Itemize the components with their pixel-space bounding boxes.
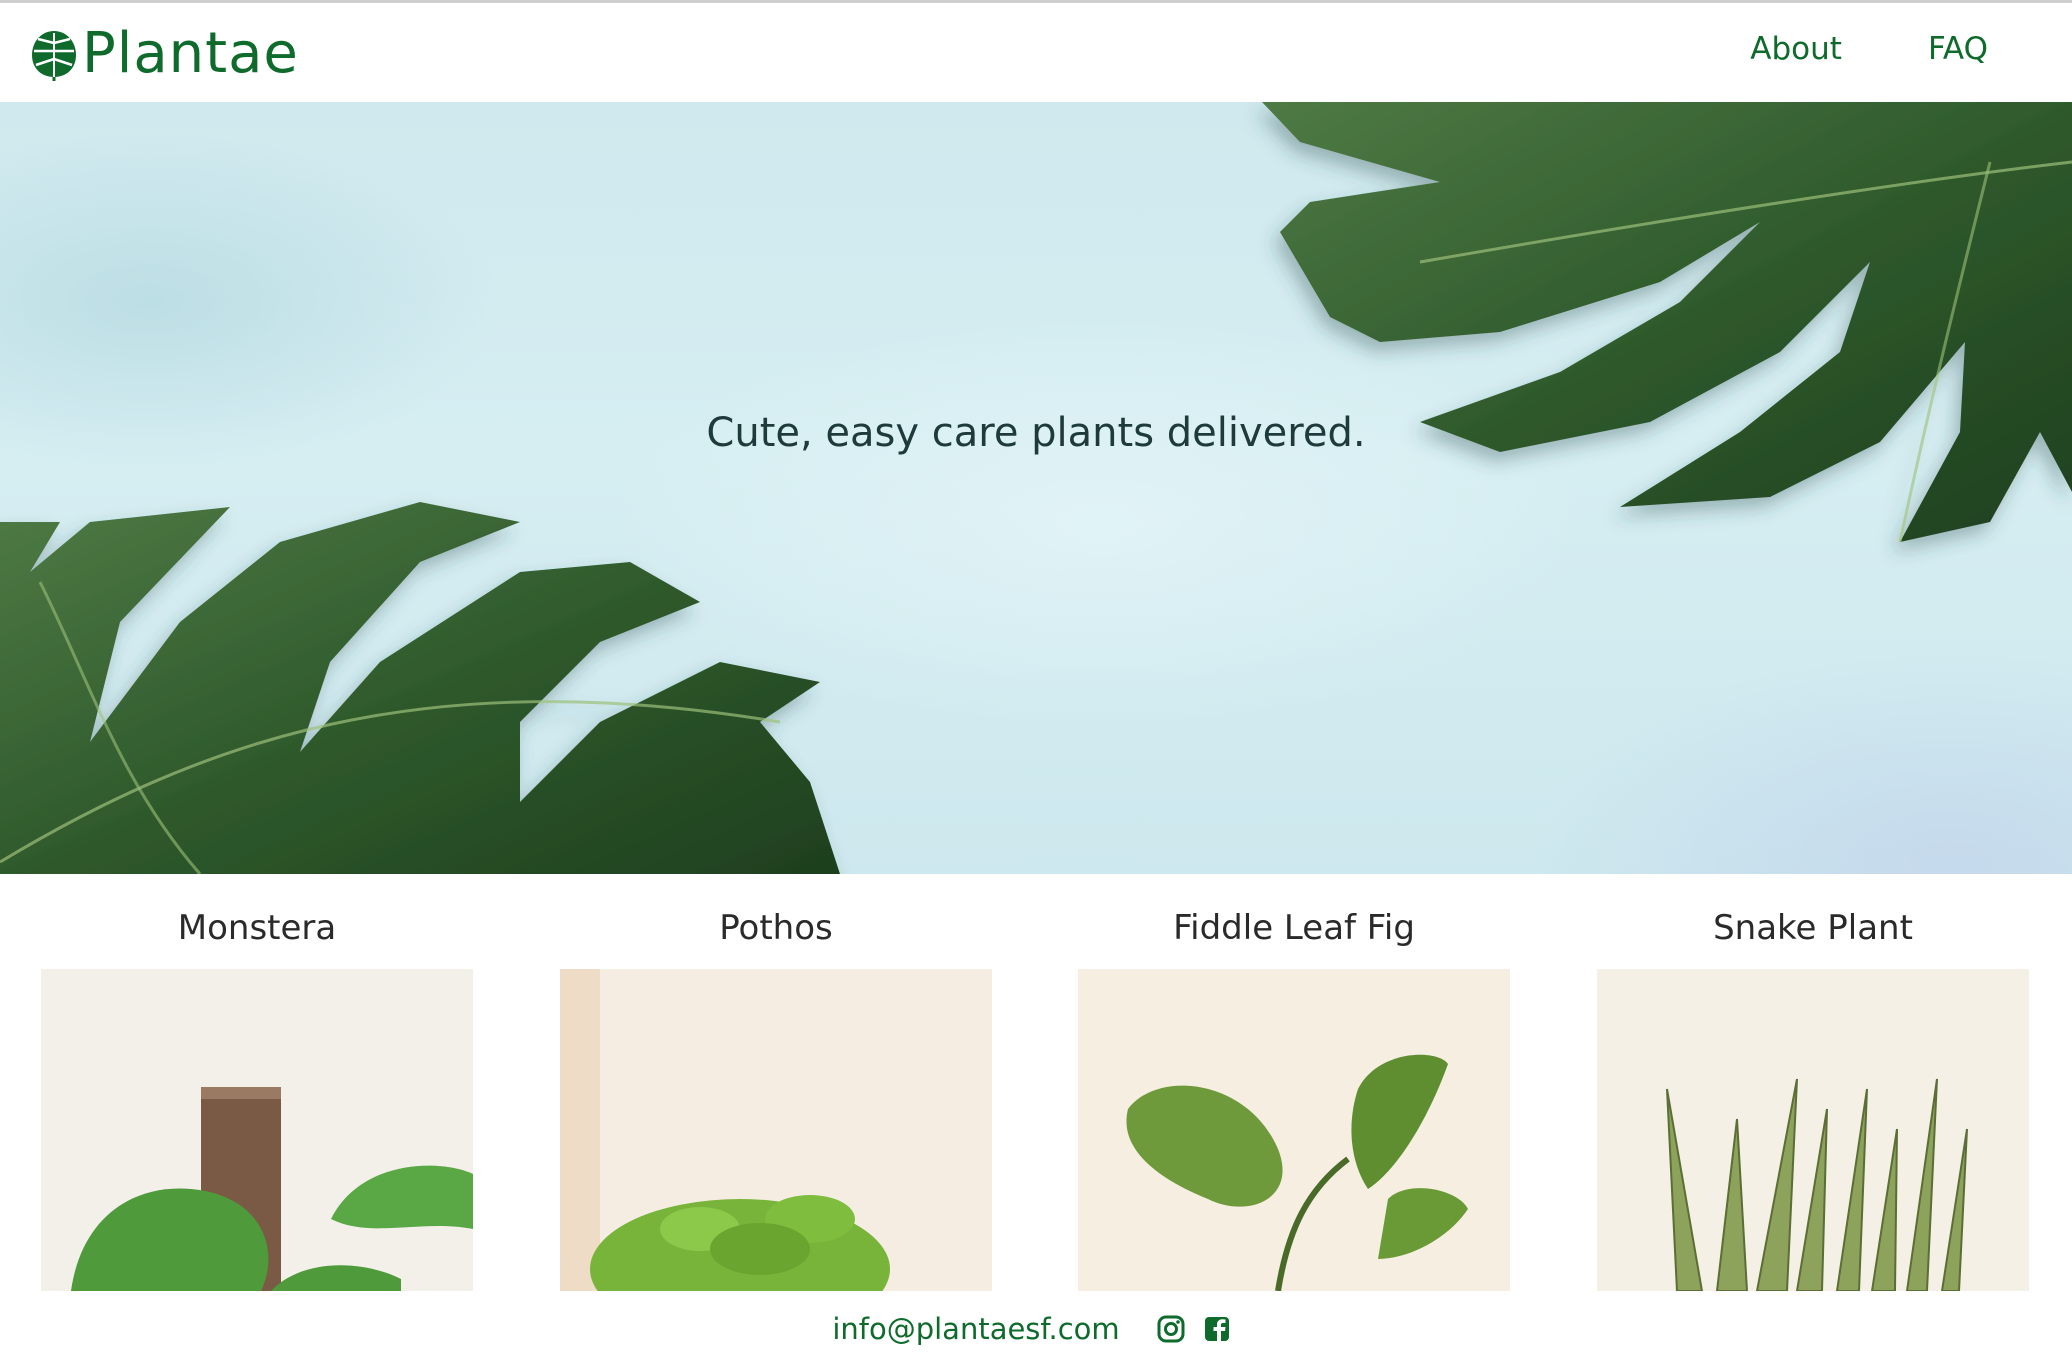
pothos-plant-photo[interactable] <box>560 969 992 1291</box>
product-grid: Monstera Pothos Fiddle Leaf Fig Snake Pl… <box>0 874 2072 1294</box>
snake-plant-photo[interactable] <box>1597 969 2029 1291</box>
hero-tagline: Cute, easy care plants delivered. <box>706 410 1366 456</box>
hero-banner: Cute, easy care plants delivered. <box>0 102 2072 874</box>
instagram-icon[interactable] <box>1156 1314 1186 1344</box>
product-name: Fiddle Leaf Fig <box>1173 908 1415 948</box>
main-nav: About FAQ <box>1750 31 1988 67</box>
site-header: Plantae About FAQ <box>0 3 2072 102</box>
monstera-plant-photo[interactable] <box>41 969 473 1291</box>
nav-faq-link[interactable]: FAQ <box>1928 31 1988 67</box>
contact-email-link[interactable]: info@plantaesf.com <box>832 1312 1119 1346</box>
fiddle-leaf-fig-photo[interactable] <box>1078 969 1510 1291</box>
monstera-leaf-icon <box>32 31 76 81</box>
product-name: Monstera <box>177 908 337 948</box>
site-footer: info@plantaesf.com <box>0 1294 2072 1362</box>
product-name: Pothos <box>719 908 833 948</box>
monstera-leaves-illustration <box>0 102 2072 874</box>
product-name: Snake Plant <box>1713 908 1913 948</box>
nav-about-link[interactable]: About <box>1750 31 1842 67</box>
facebook-icon[interactable] <box>1202 1314 1232 1344</box>
brand-logo-link[interactable]: Plantae <box>30 19 299 89</box>
brand-name: Plantae <box>82 21 299 86</box>
